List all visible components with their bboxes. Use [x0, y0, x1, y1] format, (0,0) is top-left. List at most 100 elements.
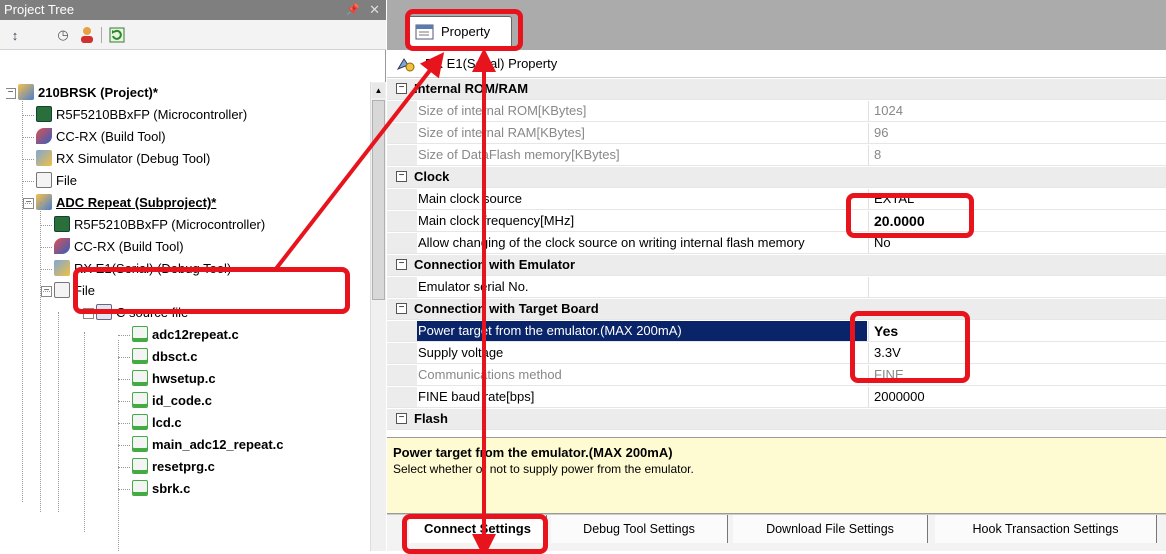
property-value[interactable]: 96 — [868, 123, 1166, 143]
tree-connector — [118, 467, 130, 468]
tree-node[interactable]: dbsct.c — [132, 346, 198, 368]
tab-hook-transaction-settings[interactable]: Hook Transaction Settings — [935, 515, 1157, 543]
property-name: Power target from the emulator.(MAX 200m… — [417, 321, 867, 341]
property-row[interactable]: Supply voltage 3.3V — [387, 343, 1166, 364]
close-icon[interactable]: ✕ — [369, 0, 380, 20]
tree-node[interactable]: CC-RX (Build Tool) — [36, 126, 166, 148]
property-value[interactable]: 3.3V — [868, 343, 1166, 363]
tree-node[interactable]: id_code.c — [132, 390, 212, 412]
tree-node-label: main_adc12_repeat.c — [152, 437, 284, 452]
clock-icon[interactable]: ◷ — [54, 26, 72, 44]
tree-node[interactable]: lcd.c — [132, 412, 182, 434]
tree-connector — [40, 269, 52, 270]
tree-node[interactable]: R5F5210BBxFP (Microcontroller) — [36, 104, 247, 126]
chip-icon — [36, 106, 52, 122]
sort-icon[interactable]: ↕ — [6, 26, 24, 44]
scroll-up-icon[interactable]: ▲ — [372, 83, 385, 98]
tree-node[interactable]: File — [36, 170, 77, 192]
category-label: Connection with Target Board — [414, 301, 599, 316]
tree-node[interactable]: RX Simulator (Debug Tool) — [36, 148, 210, 170]
tree-node-label: R5F5210BBxFP (Microcontroller) — [56, 107, 248, 122]
file-icon — [54, 282, 70, 298]
property-row[interactable]: Size of internal RAM[KBytes] 96 — [387, 123, 1166, 144]
category-label: Connection with Emulator — [414, 257, 576, 272]
tab-download-file-settings[interactable]: Download File Settings — [733, 515, 928, 543]
tree-node[interactable]: R5F5210BBxFP (Microcontroller) — [54, 214, 265, 236]
toolbar-separator — [101, 27, 102, 43]
property-row[interactable]: Emulator serial No. — [387, 277, 1166, 298]
tree-node[interactable]: RX E1(Serial) (Debug Tool) — [54, 258, 231, 280]
tree-connector — [22, 203, 34, 204]
property-value[interactable]: No — [868, 233, 1166, 253]
property-row[interactable]: Size of internal ROM[KBytes] 1024 — [387, 101, 1166, 122]
tab-debug-tool-settings[interactable]: Debug Tool Settings — [551, 515, 728, 543]
project-tree: − 210BRSK (Project)* R5F5210BBxFP (Microco… — [6, 82, 370, 551]
tab-connect-settings[interactable]: Connect Settings — [409, 515, 547, 543]
tree-node[interactable]: File — [54, 280, 95, 302]
property-category[interactable]: − Connection with Emulator — [387, 255, 1166, 276]
tree-node[interactable]: 210BRSK (Project)* — [18, 82, 158, 104]
expander-icon[interactable]: − — [6, 88, 16, 99]
property-category[interactable]: − Connection with Target Board — [387, 299, 1166, 320]
property-category[interactable]: − Internal ROM/RAM — [387, 79, 1166, 100]
row-gutter — [387, 365, 417, 385]
pin-icon[interactable]: 📌 — [346, 0, 360, 20]
tree-scrollbar[interactable]: ▲ — [370, 82, 386, 551]
tree-connector — [84, 332, 85, 532]
tree-node-label: ADC Repeat (Subproject)* — [56, 195, 217, 210]
property-value[interactable]: 1024 — [868, 101, 1166, 121]
project-tree-title: Project Tree — [4, 2, 75, 17]
property-row[interactable]: Main clock source EXTAL — [387, 189, 1166, 210]
category-name: Flash — [393, 409, 993, 429]
c-file-icon — [132, 458, 148, 474]
tree-node[interactable]: adc12repeat.c — [132, 324, 239, 346]
tree-connector — [118, 489, 130, 490]
build-tool-icon — [54, 238, 70, 254]
property-category[interactable]: − Clock — [387, 167, 1166, 188]
property-row[interactable]: FINE baud rate[bps] 2000000 — [387, 387, 1166, 408]
tree-node[interactable]: sbrk.c — [132, 478, 190, 500]
tree-node[interactable]: hwsetup.c — [132, 368, 216, 390]
user-icon[interactable] — [78, 26, 96, 44]
tree-connector — [40, 225, 52, 226]
refresh-icon[interactable] — [108, 26, 126, 44]
tree-connector — [118, 423, 130, 424]
property-value[interactable]: 20.0000 — [868, 211, 1166, 231]
property-value[interactable]: 8 — [868, 145, 1166, 165]
property-value[interactable]: 2000000 — [868, 387, 1166, 407]
property-row[interactable]: Power target from the emulator.(MAX 200m… — [387, 321, 1166, 342]
tab-property[interactable]: Property — [406, 16, 512, 48]
property-value[interactable]: Yes — [868, 321, 1166, 341]
row-gutter — [387, 189, 417, 209]
property-panel: Property RX E1(Serial) Property − Interna… — [387, 0, 1166, 551]
property-name: Communications method — [418, 367, 562, 382]
property-row[interactable]: Allow changing of the clock source on wr… — [387, 233, 1166, 254]
property-value[interactable] — [868, 277, 1166, 297]
document-tabstrip: Property — [387, 0, 1166, 50]
project-tree-panel: Project Tree 📌 ✕ ↕ ◷ − 210BRSK (Project)*… — [0, 0, 386, 551]
tree-connector — [40, 291, 52, 292]
c-file-icon — [132, 392, 148, 408]
property-name: Emulator serial No. — [418, 279, 529, 294]
debug-tool-icon — [54, 260, 70, 276]
scroll-thumb[interactable] — [372, 100, 385, 300]
debug-tool-icon — [396, 58, 415, 72]
tree-node[interactable]: ADC Repeat (Subproject)* — [36, 192, 216, 214]
property-header: RX E1(Serial) Property — [387, 50, 1166, 78]
tree-node[interactable]: C source file — [96, 302, 188, 324]
property-description: Power target from the emulator.(MAX 200m… — [387, 437, 1166, 514]
property-row[interactable]: Communications method FINE — [387, 365, 1166, 386]
property-value[interactable]: EXTAL — [868, 189, 1166, 209]
property-category[interactable]: − Flash — [387, 409, 1166, 430]
row-gutter — [387, 123, 417, 143]
tree-node[interactable]: main_adc12_repeat.c — [132, 434, 284, 456]
row-gutter — [387, 101, 417, 121]
tree-node[interactable]: resetprg.c — [132, 456, 215, 478]
property-row[interactable]: Main clock frequency[MHz] 20.0000 — [387, 211, 1166, 232]
category-name: Connection with Emulator — [393, 255, 993, 275]
row-gutter — [387, 145, 417, 165]
property-value[interactable]: FINE — [868, 365, 1166, 385]
c-file-icon — [132, 480, 148, 496]
property-row[interactable]: Size of DataFlash memory[KBytes] 8 — [387, 145, 1166, 166]
tree-node[interactable]: CC-RX (Build Tool) — [54, 236, 184, 258]
